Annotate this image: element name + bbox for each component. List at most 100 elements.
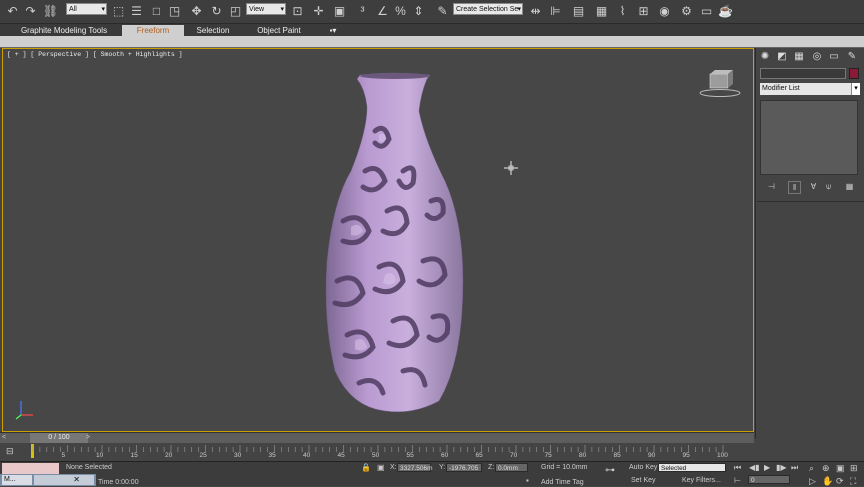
orbit-icon[interactable]: ⟳ — [836, 476, 844, 487]
align-icon[interactable]: ⊫ — [547, 3, 564, 20]
absolute-mode-icon[interactable]: ▣ — [377, 463, 385, 472]
curve-editor-icon[interactable]: ⌇ — [614, 3, 631, 20]
prev-key-icon[interactable]: ◀▮ — [749, 463, 760, 472]
modifier-stack[interactable] — [760, 100, 858, 175]
show-end-result-icon[interactable]: ‖ — [788, 181, 801, 194]
next-frame-icon[interactable]: > — [86, 434, 94, 442]
undo-icon[interactable]: ↶ — [4, 3, 21, 20]
angle-snap-icon[interactable]: ∠ — [374, 3, 391, 20]
select-by-name-icon[interactable]: ☰ — [128, 3, 145, 20]
edit-named-sets-icon[interactable]: ✎ — [434, 3, 451, 20]
hierarchy-icon[interactable]: ▦ — [793, 51, 805, 63]
add-time-tag[interactable]: Add Time Tag — [541, 479, 584, 486]
tab-selection[interactable]: Selection — [190, 25, 236, 36]
prev-frame-icon[interactable]: < — [2, 434, 10, 442]
track-bar-toggle-icon[interactable]: ⊟ — [6, 446, 20, 456]
make-unique-icon[interactable]: ∀ — [808, 181, 819, 192]
window-crossing-icon[interactable]: ◳ — [166, 3, 183, 20]
zoom-extents-all-icon[interactable]: ⊞ — [850, 463, 858, 474]
key-filter-dropdown[interactable]: Selected — [658, 463, 726, 472]
time-tag-icon[interactable]: ▪ — [526, 476, 529, 485]
chevron-down-icon[interactable]: ▾ — [851, 83, 860, 95]
modify-icon[interactable]: ◩ — [776, 51, 788, 63]
pin-stack-icon[interactable]: ⊣ — [766, 181, 777, 192]
taskbar-window-button[interactable]: ✕ — [34, 475, 94, 485]
render-frame-icon[interactable]: ▭ — [698, 3, 715, 20]
timeline-tick-label: 65 — [475, 452, 483, 459]
object-name-field[interactable] — [760, 68, 846, 79]
key-mode-icon[interactable]: ⊢ — [734, 476, 741, 485]
timeline-tick-label: 15 — [130, 452, 138, 459]
configure-sets-icon[interactable]: ▦ — [844, 181, 855, 192]
set-key-button[interactable]: Set Key — [631, 477, 656, 484]
play-icon[interactable]: ▶ — [764, 463, 770, 472]
viewport-label[interactable]: [ + ] [ Perspective ] [ Smooth + Highlig… — [7, 51, 183, 58]
track-bar[interactable]: ⊟ 5 10 15 20 25 30 35 40 45 50 55 60 65 70 75 80 85 90 95 1… — [0, 443, 754, 461]
redo-icon[interactable]: ↷ — [22, 3, 39, 20]
x-coordinate-field[interactable]: 3327.506m — [397, 463, 433, 472]
link-icon[interactable]: ⛓ — [42, 3, 59, 20]
y-coordinate-field[interactable]: -1976.705 — [446, 463, 482, 472]
pivot-icon[interactable]: ⊡ — [289, 3, 306, 20]
taskbar-app-button[interactable]: M... — [2, 475, 32, 485]
tab-object-paint[interactable]: Object Paint — [250, 25, 308, 36]
display-icon[interactable]: ▭ — [828, 51, 840, 63]
view-cube-icon[interactable] — [697, 69, 743, 99]
named-selection-dropdown[interactable]: Create Selection Se — [453, 3, 523, 15]
ribbon-options-icon[interactable]: ▪▾ — [324, 25, 342, 36]
layer-icon[interactable]: ▤ — [570, 3, 587, 20]
maximize-viewport-icon[interactable]: ⛶ — [850, 476, 856, 487]
select-icon[interactable]: ⬚ — [110, 3, 127, 20]
spinner-snap-icon[interactable]: ⇕ — [410, 3, 427, 20]
timeline-tick-label: 25 — [199, 452, 207, 459]
next-key-icon[interactable]: ▮▶ — [776, 463, 787, 472]
select-manipulate-icon[interactable]: ✛ — [310, 3, 327, 20]
remove-modifier-icon[interactable]: ⍦ — [823, 181, 834, 192]
lock-selection-icon[interactable]: 🔒 — [361, 463, 371, 472]
pan-icon[interactable]: ✋ — [822, 476, 833, 487]
create-icon[interactable]: ✺ — [759, 51, 771, 63]
time-slider-thumb[interactable]: 0 / 100 — [30, 433, 88, 443]
z-coordinate-field[interactable]: 0.0mm — [495, 463, 528, 472]
timeline-tick-label: 45 — [337, 452, 345, 459]
time-slider[interactable]: < 0 / 100 > — [0, 432, 754, 443]
key-filters-button[interactable]: Key Filters... — [682, 477, 721, 484]
current-frame-field[interactable]: 0 — [748, 475, 790, 484]
zoom-icon[interactable]: ⌕ — [809, 463, 814, 474]
timeline-tick-label: 75 — [544, 452, 552, 459]
graphite-icon[interactable]: ▦ — [593, 3, 610, 20]
zoom-extents-icon[interactable]: ▣ — [836, 463, 845, 474]
timeline-tick-label: 20 — [165, 452, 173, 459]
maxscript-listener[interactable] — [2, 463, 59, 474]
vase-model[interactable] — [313, 71, 473, 417]
perspective-viewport[interactable]: [ + ] [ Perspective ] [ Smooth + Highlig… — [2, 48, 754, 432]
goto-start-icon[interactable]: ⏮ — [734, 463, 741, 473]
scale-icon[interactable]: ◰ — [227, 3, 244, 20]
schematic-icon[interactable]: ⊞ — [635, 3, 652, 20]
zoom-all-icon[interactable]: ⊕ — [822, 463, 830, 474]
snaps-icon[interactable]: ³ — [354, 3, 371, 20]
rect-select-icon[interactable]: □ — [148, 3, 165, 20]
modifier-list-dropdown[interactable]: Modifier List ▾ — [760, 83, 860, 95]
selection-filter-dropdown[interactable]: All — [66, 3, 107, 15]
field-of-view-icon[interactable]: ▷ — [809, 476, 816, 487]
move-icon[interactable]: ✥ — [188, 3, 205, 20]
main-toolbar: ↶ ↷ ⛓ All ⬚ ☰ □ ◳ ✥ ↻ ◰ View ⊡ ✛ ▣ ³ ∠ %… — [0, 0, 864, 24]
rotate-icon[interactable]: ↻ — [208, 3, 225, 20]
percent-snap-icon[interactable]: % — [392, 3, 409, 20]
mirror-icon[interactable]: ⇹ — [527, 3, 544, 20]
keyboard-shortcut-icon[interactable]: ▣ — [331, 3, 348, 20]
material-editor-icon[interactable]: ◉ — [656, 3, 673, 20]
taskbar: M... ✕ — [0, 474, 96, 486]
object-color-swatch[interactable] — [849, 68, 859, 79]
tab-freeform[interactable]: Freeform — [122, 25, 184, 36]
goto-end-icon[interactable]: ⏭ — [791, 463, 798, 473]
auto-key-button[interactable]: Auto Key — [629, 464, 657, 471]
motion-icon[interactable]: ◎ — [811, 51, 823, 63]
teapot-icon[interactable]: ☕ — [717, 3, 734, 20]
render-setup-icon[interactable]: ⚙ — [678, 3, 695, 20]
ref-coord-dropdown[interactable]: View — [246, 3, 286, 15]
tab-graphite-modeling-tools[interactable]: Graphite Modeling Tools — [14, 25, 114, 36]
utilities-icon[interactable]: ✎ — [846, 51, 858, 63]
key-icon[interactable]: ⊶ — [605, 465, 615, 476]
